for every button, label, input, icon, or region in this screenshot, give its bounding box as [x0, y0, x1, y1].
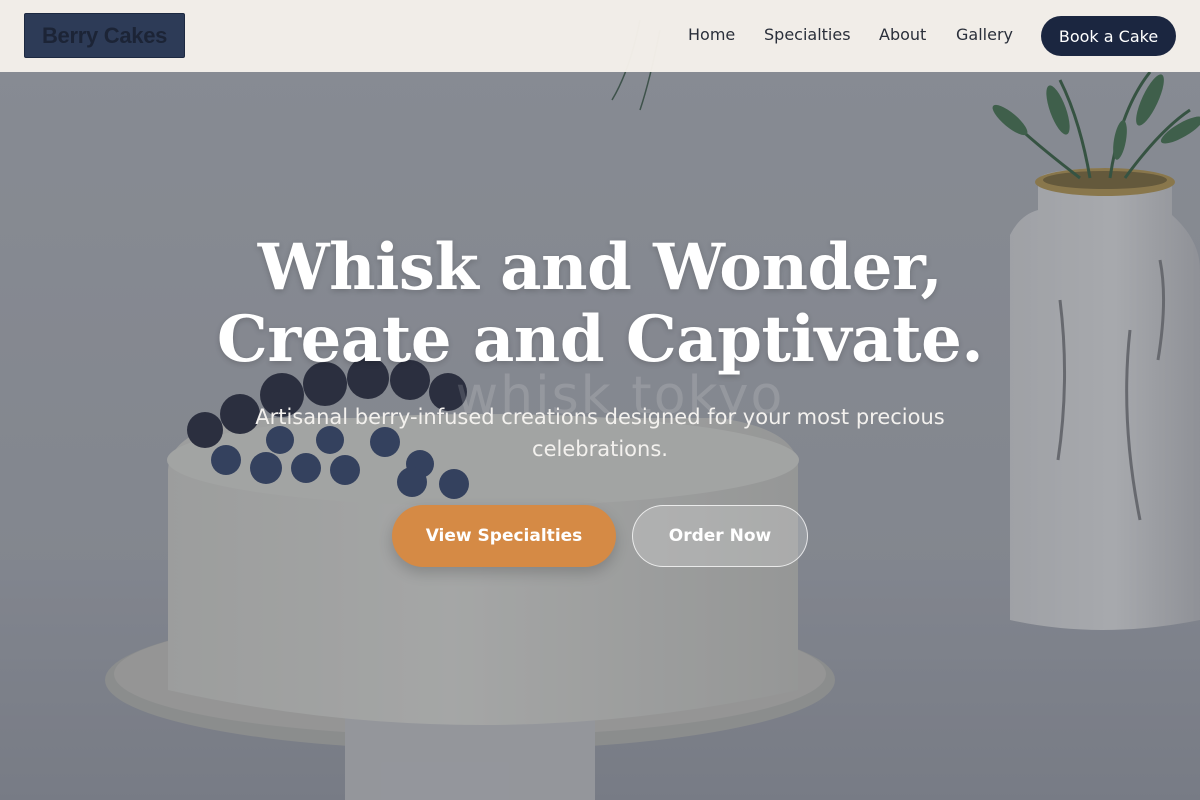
book-a-cake-button[interactable]: Book a Cake [1041, 16, 1176, 56]
headline-line-2: Create and Captivate. [216, 302, 984, 377]
nav-link-home[interactable]: Home [688, 25, 735, 44]
nav-link-gallery[interactable]: Gallery [956, 25, 1013, 44]
view-specialties-button[interactable]: View Specialties [392, 505, 616, 567]
hero-headline: Whisk and Wonder, Create and Captivate. [100, 232, 1100, 376]
top-navbar: Berry Cakes Home Specialties About Galle… [0, 0, 1200, 72]
hero-subtitle: Artisanal berry-infused creations design… [255, 405, 945, 461]
order-now-button[interactable]: Order Now [632, 505, 808, 567]
nav-link-specialties[interactable]: Specialties [764, 25, 851, 44]
nav-link-about[interactable]: About [879, 25, 926, 44]
hero-section: whisk tokyo Whisk and Wonder, Create and… [0, 0, 1200, 800]
main-navigation: Home Specialties About Gallery [0, 0, 1200, 72]
headline-line-1: Whisk and Wonder, [257, 230, 943, 305]
